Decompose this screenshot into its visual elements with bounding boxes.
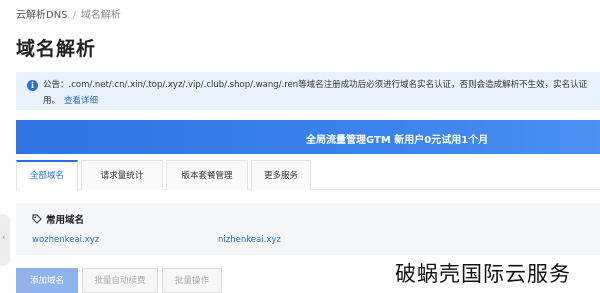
frequent-domains-card: 常用域名 wozhenkeai.xyz nizhenkeai.xyz: [16, 203, 600, 255]
info-icon: i: [27, 80, 38, 91]
tab-more-services[interactable]: 更多服务: [251, 160, 311, 190]
chevron-left-icon: ‹: [2, 233, 6, 243]
watermark-text: 破蜗壳国际云服务: [395, 262, 571, 286]
tag-icon: [32, 214, 42, 224]
notice-text-continued: 用。 查看详细: [43, 96, 99, 106]
tab-request-stats[interactable]: 请求量统计: [81, 160, 163, 190]
add-domain-button[interactable]: 添加域名: [16, 268, 78, 293]
breadcrumb-separator: /: [72, 10, 76, 21]
promo-banner-text: 全局流量管理GTM 新用户0元试用1个月: [306, 135, 489, 146]
promo-banner[interactable]: 全局流量管理GTM 新用户0元试用1个月: [16, 120, 600, 154]
notice-detail-link[interactable]: 查看详细: [64, 96, 98, 106]
tab-all-domains[interactable]: 全部域名: [16, 160, 78, 191]
domain-link-nizhenkeai[interactable]: nizhenkeai.xyz: [218, 235, 281, 245]
batch-operations-button[interactable]: 批量操作: [162, 268, 222, 293]
sidebar-collapse-handle[interactable]: ‹: [0, 214, 10, 266]
domain-link-wozhenkeai[interactable]: wozhenkeai.xyz: [32, 235, 99, 245]
notice-bar: i 公告：.com/.net/.cn/.xin/.top/.xyz/.vip/.…: [16, 72, 600, 110]
breadcrumb-item-dns[interactable]: 云解析DNS: [16, 10, 68, 21]
breadcrumb: 云解析DNS / 域名解析: [16, 6, 121, 21]
breadcrumb-item-current: 域名解析: [80, 10, 121, 21]
tab-bar: 全部域名 请求量统计 版本套餐管理 更多服务: [16, 160, 600, 191]
page-title: 域名解析: [16, 38, 97, 60]
frequent-domains-title: 常用域名: [46, 215, 85, 226]
tab-plan-management[interactable]: 版本套餐管理: [166, 160, 248, 190]
batch-auto-renew-button[interactable]: 批量自动续费: [82, 268, 158, 293]
notice-text: 公告：.com/.net/.cn/.xin/.top/.xyz/.vip/.cl…: [43, 80, 588, 90]
